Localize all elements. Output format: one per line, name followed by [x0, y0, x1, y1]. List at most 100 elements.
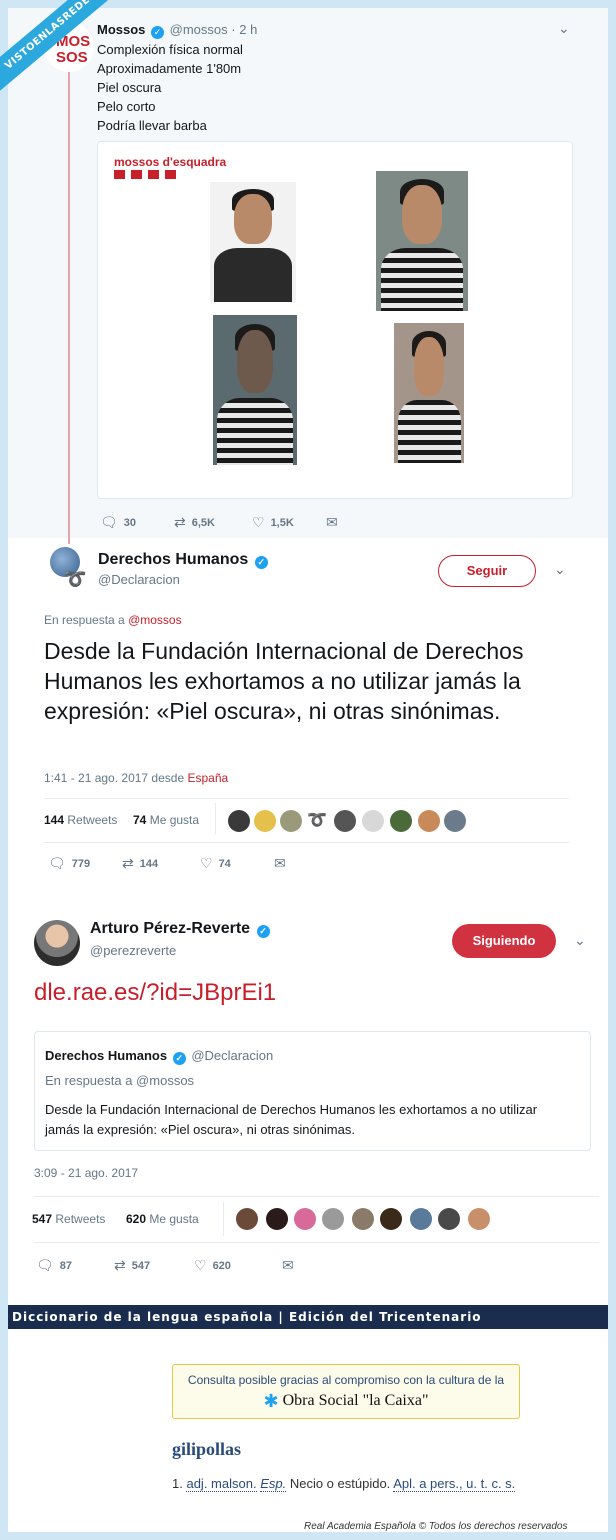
timestamp-text[interactable]: 1:41 - 21 ago. 2017 desde	[44, 771, 184, 785]
retweet-button[interactable]: ⇄ 6,5K	[174, 514, 215, 531]
liker-avatar[interactable]	[266, 1208, 288, 1230]
follow-button[interactable]: Seguir	[438, 555, 536, 587]
thread-line	[68, 72, 70, 544]
display-name[interactable]: Arturo Pérez-Reverte ✓	[90, 920, 272, 938]
liker-avatar[interactable]	[438, 1208, 460, 1230]
logo-bar	[148, 170, 159, 179]
retweet-stats[interactable]: 547 Retweets	[32, 1212, 105, 1226]
rae-header-bar: Diccionario de la lengua española | Edic…	[8, 1305, 608, 1329]
tweet-link[interactable]: dle.rae.es/?id=JBprEi1	[34, 979, 276, 1007]
liker-avatar[interactable]	[390, 810, 412, 832]
liker-avatar[interactable]	[236, 1208, 258, 1230]
abbreviation[interactable]: Esp.	[260, 1476, 287, 1492]
avatar[interactable]: ➰	[44, 543, 90, 589]
reply-count: 30	[123, 517, 137, 529]
chevron-down-icon[interactable]: ⌄	[554, 561, 566, 578]
like-button[interactable]: ♡ 620	[194, 1257, 231, 1274]
liker-avatar[interactable]	[362, 810, 384, 832]
divider	[34, 1196, 599, 1197]
heart-icon: ♡	[200, 855, 213, 871]
liker-avatar[interactable]	[322, 1208, 344, 1230]
place-link[interactable]: España	[187, 771, 228, 785]
like-button[interactable]: ♡ 1,5K	[252, 514, 294, 531]
reply-button[interactable]: 🗨 87	[36, 1257, 72, 1274]
like-stats[interactable]: 620 Me gusta	[126, 1212, 199, 1226]
tweet-line: Complexión física normal	[97, 42, 243, 57]
star-logo-icon: ✱	[263, 1391, 279, 1411]
tweet-media[interactable]: mossos d'esquadra	[97, 141, 573, 499]
liker-avatar[interactable]	[294, 1208, 316, 1230]
retweet-stats[interactable]: 144 Retweets	[44, 813, 117, 827]
ribbon-icon[interactable]: ➰	[306, 810, 328, 832]
liker-avatar[interactable]	[410, 1208, 432, 1230]
timestamp[interactable]: · 2 h	[231, 22, 257, 37]
retweet-icon: ⇄	[174, 514, 186, 530]
stat-count: 144	[44, 813, 65, 827]
liker-avatar[interactable]	[334, 810, 356, 832]
timestamp[interactable]: 3:09 - 21 ago. 2017	[34, 1166, 138, 1180]
reply-button[interactable]: 🗨 30	[100, 514, 136, 531]
dm-button[interactable]: ✉	[274, 855, 292, 872]
reply-count: 779	[71, 858, 91, 870]
liker-avatar[interactable]	[228, 810, 250, 832]
stat-label: Me gusta	[149, 813, 200, 827]
quote-header: Derechos Humanos ✓ @Declaracion	[45, 1048, 273, 1065]
chevron-down-icon[interactable]: ⌄	[574, 932, 586, 949]
quote-handle: @Declaracion	[191, 1048, 274, 1063]
rae-footer: Real Academia Española © Todos los derec…	[304, 1521, 568, 1532]
stat-label: Retweets	[55, 1212, 106, 1226]
retweet-count: 547	[131, 1260, 151, 1272]
handle[interactable]: @perezreverte	[90, 943, 176, 958]
chevron-down-icon[interactable]: ⌄	[558, 20, 570, 37]
liker-avatar[interactable]	[280, 810, 302, 832]
retweet-count: 144	[139, 858, 159, 870]
dm-button[interactable]: ✉	[326, 514, 344, 531]
quote-text: Desde la Fundación Internacional de Dere…	[45, 1102, 538, 1137]
like-button[interactable]: ♡ 74	[200, 855, 231, 872]
liker-avatar[interactable]	[254, 810, 276, 832]
liker-avatar[interactable]	[468, 1208, 490, 1230]
quoted-tweet[interactable]: Derechos Humanos ✓ @Declaracion En respu…	[34, 1031, 591, 1151]
liker-avatar[interactable]	[380, 1208, 402, 1230]
entry-definition: 1. adj. malson. Esp. Necio o estúpido. A…	[172, 1476, 516, 1492]
tweet-text: Complexión física normal Aproximadamente…	[97, 40, 243, 135]
media-title: mossos d'esquadra	[114, 155, 227, 169]
reply-icon: 🗨	[48, 855, 66, 871]
like-count: 74	[218, 858, 231, 870]
display-name[interactable]: Derechos Humanos ✓	[98, 551, 270, 569]
liker-avatar[interactable]	[352, 1208, 374, 1230]
page-frame: MOS SOS Mossos ✓ @mossos · 2 h ⌄ Complex…	[0, 0, 616, 1540]
sponsor-box[interactable]: Consulta posible gracias al compromiso c…	[172, 1364, 520, 1419]
retweet-button[interactable]: ⇄ 144	[122, 855, 158, 872]
display-name[interactable]: Mossos	[97, 22, 145, 37]
stat-count: 620	[126, 1212, 147, 1226]
like-stats[interactable]: 74 Me gusta	[133, 813, 199, 827]
verified-badge-icon: ✓	[254, 556, 268, 569]
logo-bar	[114, 170, 125, 179]
reply-button[interactable]: 🗨 779	[48, 855, 90, 872]
retweet-count: 6,5K	[191, 517, 215, 529]
tweet-text: Desde la Fundación Internacional de Dere…	[44, 638, 524, 724]
handle[interactable]: @mossos	[170, 22, 228, 37]
retweet-icon: ⇄	[122, 855, 134, 871]
definition-number: 1.	[172, 1476, 183, 1491]
abbreviation[interactable]: adj. malson.	[186, 1476, 257, 1492]
dm-button[interactable]: ✉	[282, 1257, 300, 1274]
suspect-photo	[210, 182, 296, 302]
abbreviation[interactable]: Apl. a pers., u. t. c. s.	[393, 1476, 516, 1492]
retweet-icon: ⇄	[114, 1257, 126, 1273]
stat-label: Me gusta	[149, 1212, 199, 1226]
quote-name: Derechos Humanos	[45, 1048, 168, 1063]
liker-avatar[interactable]	[418, 810, 440, 832]
handle[interactable]: @Declaracion	[98, 572, 180, 587]
reply-prefix: En respuesta a	[44, 613, 125, 627]
following-button[interactable]: Siguiendo	[452, 924, 556, 958]
divider	[223, 1202, 224, 1236]
avatar[interactable]	[34, 920, 80, 966]
reply-to-link[interactable]: @mossos	[128, 613, 182, 627]
liker-avatar[interactable]	[444, 810, 466, 832]
retweet-button[interactable]: ⇄ 547	[114, 1257, 150, 1274]
envelope-icon: ✉	[282, 1257, 294, 1273]
divider	[34, 1242, 599, 1243]
reply-context: En respuesta a @mossos	[44, 613, 182, 627]
